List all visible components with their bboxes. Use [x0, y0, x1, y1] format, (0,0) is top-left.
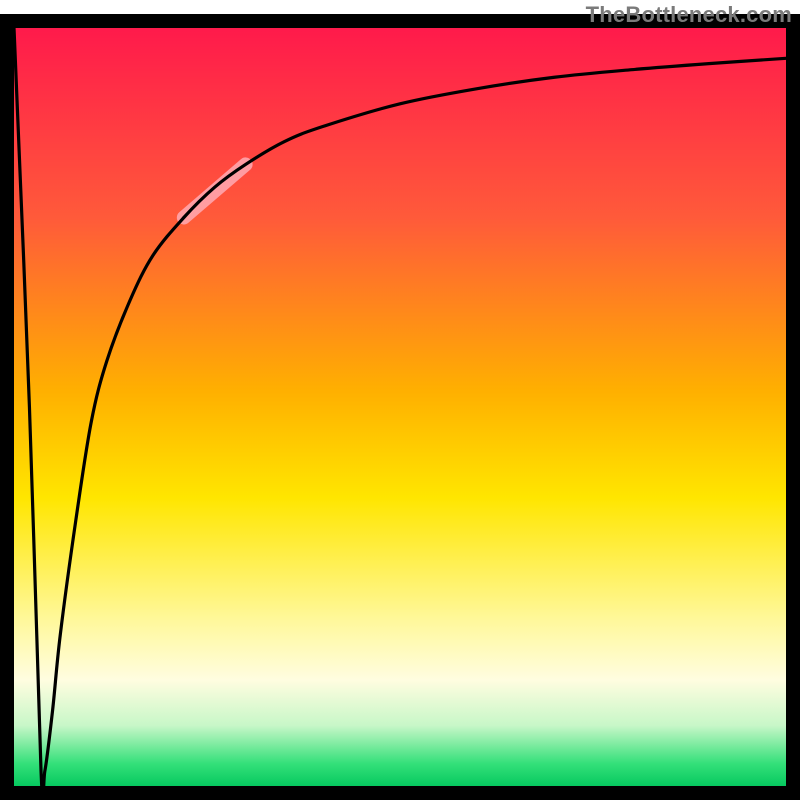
- chart-container: TheBottleneck.com: [0, 0, 800, 800]
- plot-background: [14, 28, 786, 786]
- chart-svg: [0, 0, 800, 800]
- watermark-text: TheBottleneck.com: [586, 2, 792, 28]
